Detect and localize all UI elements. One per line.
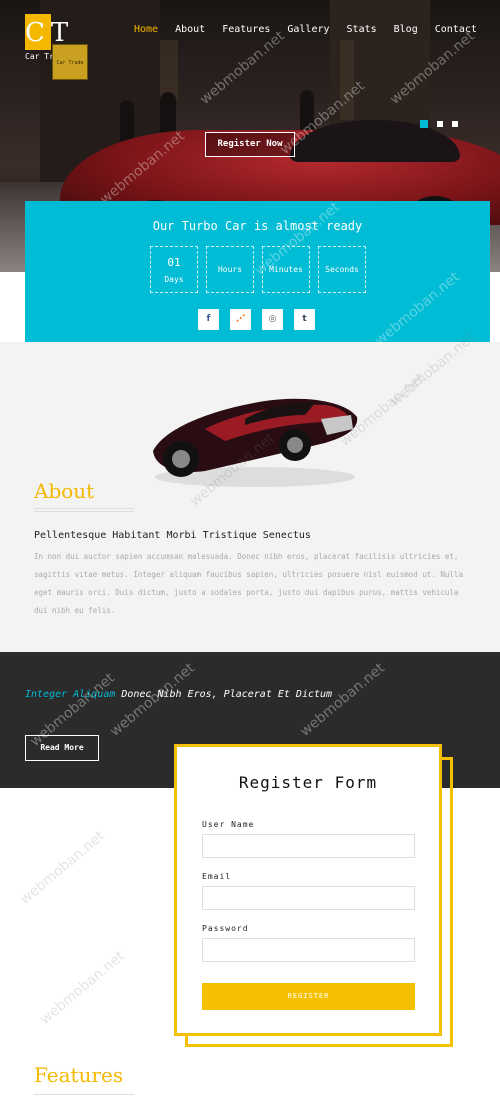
slider-dots [420, 120, 458, 128]
slider-dot[interactable] [437, 121, 443, 127]
countdown-panel: Our Turbo Car is almost ready 01 Days Ho… [25, 199, 490, 349]
instagram-icon[interactable]: ◎ [262, 309, 283, 330]
register-submit-button[interactable]: REGISTER [202, 983, 415, 1010]
window [160, 40, 178, 100]
nav-item-about[interactable]: About [175, 24, 205, 35]
watermark: webmoban.net [372, 269, 463, 349]
countdown-seconds: Seconds [318, 246, 366, 293]
countdown-minutes-label: Minutes [269, 265, 303, 274]
heading-underline [34, 508, 134, 509]
facebook-icon[interactable]: f [198, 309, 219, 330]
nav-item-gallery[interactable]: Gallery [287, 24, 329, 35]
watermark: webmoban.net [197, 28, 288, 108]
password-field[interactable] [202, 938, 415, 962]
watermark: webmoban.net [17, 828, 108, 908]
features-heading: Features [34, 1063, 124, 1087]
about-section: About Pellentesque Habitant Morbi Tristi… [0, 330, 500, 652]
nav-item-stats[interactable]: Stats [347, 24, 377, 35]
window [340, 40, 354, 120]
promo-title-highlight: Integer Aliquam [25, 689, 116, 700]
countdown-hours: Hours [206, 246, 254, 293]
register-form-title: Register Form [238, 773, 378, 792]
email-label: Email [202, 872, 232, 881]
username-label: User Name [202, 820, 255, 829]
about-subheading: Pellentesque Habitant Morbi Tristique Se… [34, 530, 311, 541]
main-nav: Home About Features Gallery Stats Blog C… [134, 24, 494, 35]
about-body: In non dui auctor sapien accumsan malesu… [34, 552, 463, 615]
about-car-image [153, 398, 358, 487]
watermark: webmoban.net [37, 948, 128, 1028]
username-field[interactable] [202, 834, 415, 858]
nav-item-blog[interactable]: Blog [394, 24, 418, 35]
countdown-hours-label: Hours [217, 265, 243, 274]
promo-title-rest: Donec Nibh Eros, Placerat Et Dictum [115, 689, 333, 700]
promo-title: Integer Aliquam Donec Nibh Eros, Placera… [25, 683, 355, 706]
register-form: Register Form User Name Email Password R… [174, 744, 442, 1036]
nav-item-contact[interactable]: Contact [435, 24, 477, 35]
email-field[interactable] [202, 886, 415, 910]
slider-dot[interactable] [452, 121, 458, 127]
nav-item-features[interactable]: Features [222, 24, 270, 35]
heading-underline [34, 1094, 134, 1095]
countdown-days-label: Days [164, 275, 184, 284]
countdown-title: Our Turbo Car is almost ready [152, 219, 363, 233]
countdown-minutes: Minutes [262, 246, 310, 293]
about-heading: About [34, 479, 95, 503]
read-more-button[interactable]: Read More [25, 735, 99, 761]
slider-dot[interactable] [420, 120, 428, 128]
tumblr-icon[interactable]: t [294, 309, 315, 330]
rss-icon[interactable]: ⋰ [230, 309, 251, 330]
nav-item-home[interactable]: Home [134, 24, 158, 35]
sign-text: Car Trade [56, 60, 84, 66]
password-label: Password [202, 924, 249, 933]
countdown-days-value: 01 [167, 256, 181, 269]
countdown-days: 01 Days [150, 246, 198, 293]
shop-sign: Car Trade [52, 44, 88, 80]
watermark: webmoban.net [387, 330, 478, 410]
heading-underline [34, 511, 134, 512]
register-now-button[interactable]: Register Now [205, 132, 295, 157]
countdown-seconds-label: Seconds [325, 265, 359, 274]
